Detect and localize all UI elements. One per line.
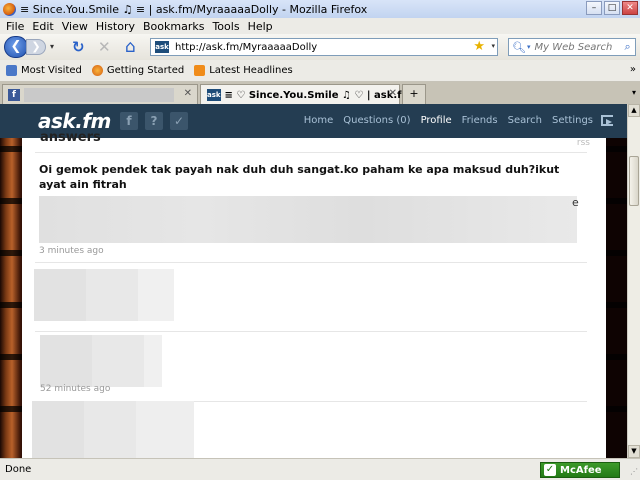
divider xyxy=(35,152,587,153)
answers-panel: answers rss Oi gemok pendek tak payah na… xyxy=(22,130,606,458)
mcafee-badge[interactable]: ✓ McAfee xyxy=(540,462,620,478)
rss-icon xyxy=(194,65,206,76)
bookmark-most-visited[interactable]: Most Visited xyxy=(6,65,82,76)
resize-grip-icon[interactable]: ⋰ xyxy=(630,467,638,476)
new-tab-button[interactable]: + xyxy=(402,84,426,104)
redacted-block xyxy=(138,269,174,321)
bookmark-label: Getting Started xyxy=(106,65,185,76)
back-arrow-icon[interactable]: ❮ xyxy=(4,36,28,58)
nav-questions[interactable]: Questions (0) xyxy=(343,115,410,126)
url-dropdown-icon[interactable]: ▾ xyxy=(491,42,495,50)
askfm-nav: Home Questions (0) Profile Friends Searc… xyxy=(304,115,593,126)
answer-timestamp[interactable]: 52 minutes ago xyxy=(40,384,110,394)
answers-heading: answers xyxy=(40,130,101,145)
tab-strip: f ✕ ask ≡ ♡ Since.You.Smile ♫ ♡ | ask.fm… xyxy=(0,82,640,105)
vertical-scrollbar[interactable]: ▲ ▼ xyxy=(627,104,640,458)
answer-timestamp[interactable]: 3 minutes ago xyxy=(39,246,104,256)
question-text: Oi gemok pendek tak payah nak duh duh sa… xyxy=(39,163,560,191)
logout-icon[interactable] xyxy=(601,115,613,126)
answer-redacted xyxy=(39,196,577,243)
divider xyxy=(35,262,587,263)
divider xyxy=(35,331,587,332)
search-box[interactable]: 🔍︎ ▾ ⌕ xyxy=(508,38,636,56)
help-icon[interactable]: ? xyxy=(145,112,163,130)
bookmark-getting-started[interactable]: Getting Started xyxy=(91,65,185,76)
menu-file[interactable]: File xyxy=(2,20,28,33)
nav-search[interactable]: Search xyxy=(508,115,542,126)
window-controls: – □ ✕ xyxy=(586,1,638,15)
history-dropdown-icon[interactable]: ▾ xyxy=(50,42,54,51)
tab-list-icon[interactable]: ▾ xyxy=(632,88,636,97)
magnifier-icon[interactable]: ⌕ xyxy=(624,40,630,54)
window-title: ≡ Since.You.Smile ♫ ≡ | ask.fm/MyraaaaaD… xyxy=(20,2,368,16)
status-text: Done xyxy=(5,464,32,475)
menu-view[interactable]: View xyxy=(58,20,92,33)
facebook-share-icon[interactable]: f xyxy=(120,112,138,130)
maximize-button[interactable]: □ xyxy=(604,1,620,15)
redacted-block xyxy=(34,269,86,321)
redacted-block xyxy=(84,401,136,458)
nav-profile[interactable]: Profile xyxy=(421,115,452,126)
close-tab-icon[interactable]: ✕ xyxy=(184,88,192,99)
navigation-toolbar: ❮ ❯ ▾ ↻ ✕ ⌂ ask http://ask.fm/MyraaaaaDo… xyxy=(0,34,640,60)
tab-title-redacted xyxy=(24,87,174,102)
url-text[interactable]: http://ask.fm/MyraaaaaDolly xyxy=(175,42,317,53)
firefox-icon xyxy=(3,2,16,16)
bookmarks-overflow-icon[interactable]: » xyxy=(630,64,636,75)
menu-history[interactable]: History xyxy=(92,20,139,33)
reload-icon[interactable]: ↻ xyxy=(72,39,85,55)
minimize-button[interactable]: – xyxy=(586,1,602,15)
bookmark-label: Latest Headlines xyxy=(209,65,293,76)
menu-edit[interactable]: Edit xyxy=(28,20,57,33)
redacted-block xyxy=(40,335,92,387)
bookmark-label: Most Visited xyxy=(21,65,82,76)
redacted-block xyxy=(136,401,194,458)
menu-help[interactable]: Help xyxy=(244,20,277,33)
stop-icon[interactable]: ✕ xyxy=(98,39,111,55)
bookmark-folder-icon xyxy=(6,65,17,76)
scroll-thumb[interactable] xyxy=(629,156,639,206)
home-icon[interactable]: ⌂ xyxy=(125,39,136,56)
menu-bookmarks[interactable]: Bookmarks xyxy=(139,20,208,33)
window-titlebar: ≡ Since.You.Smile ♫ ≡ | ask.fm/MyraaaaaD… xyxy=(0,0,640,18)
bookmark-latest-headlines[interactable]: Latest Headlines xyxy=(194,65,293,76)
tab-askfm[interactable]: ask ≡ ♡ Since.You.Smile ♫ ♡ | ask.fm/...… xyxy=(200,84,427,105)
redacted-block xyxy=(86,269,138,321)
search-input[interactable] xyxy=(534,41,625,53)
facebook-icon: f xyxy=(8,88,20,101)
ask-favicon-icon: ask xyxy=(155,41,169,53)
menu-tools[interactable]: Tools xyxy=(208,20,243,33)
page-viewport: ask.fm f ? ✓ Home Questions (0) Profile … xyxy=(0,104,627,458)
redacted-block xyxy=(144,335,162,387)
answer-edge-text: e xyxy=(572,196,579,209)
nav-home[interactable]: Home xyxy=(304,115,334,126)
mcafee-check-icon: ✓ xyxy=(544,464,556,476)
scroll-up-icon[interactable]: ▲ xyxy=(628,104,640,117)
forward-arrow-icon[interactable]: ❯ xyxy=(26,39,46,55)
check-icon[interactable]: ✓ xyxy=(170,112,188,130)
tab-facebook[interactable]: f ✕ xyxy=(2,84,198,104)
close-button[interactable]: ✕ xyxy=(622,1,638,15)
redacted-block xyxy=(92,335,144,387)
rss-link[interactable]: rss xyxy=(577,138,590,148)
url-bar[interactable]: ask http://ask.fm/MyraaaaaDolly ★ ▾ xyxy=(150,38,498,56)
close-tab-icon[interactable]: ✕ xyxy=(389,88,397,99)
menu-bar: File Edit View History Bookmarks Tools H… xyxy=(0,18,640,34)
nav-settings[interactable]: Settings xyxy=(552,115,593,126)
bookmarks-toolbar: Most Visited Getting Started Latest Head… xyxy=(0,60,640,82)
nav-friends[interactable]: Friends xyxy=(462,115,498,126)
search-engine-dropdown-icon[interactable]: ▾ xyxy=(527,43,531,51)
status-bar: Done ✓ McAfee ⋰ xyxy=(0,458,640,480)
search-engine-icon[interactable]: 🔍︎ xyxy=(512,41,526,54)
redacted-block xyxy=(32,401,84,458)
star-icon[interactable]: ★ xyxy=(473,39,485,55)
scroll-down-icon[interactable]: ▼ xyxy=(628,445,640,458)
ask-favicon-icon: ask xyxy=(207,89,221,101)
firefox-icon xyxy=(91,65,103,76)
mcafee-label: McAfee xyxy=(560,464,602,476)
